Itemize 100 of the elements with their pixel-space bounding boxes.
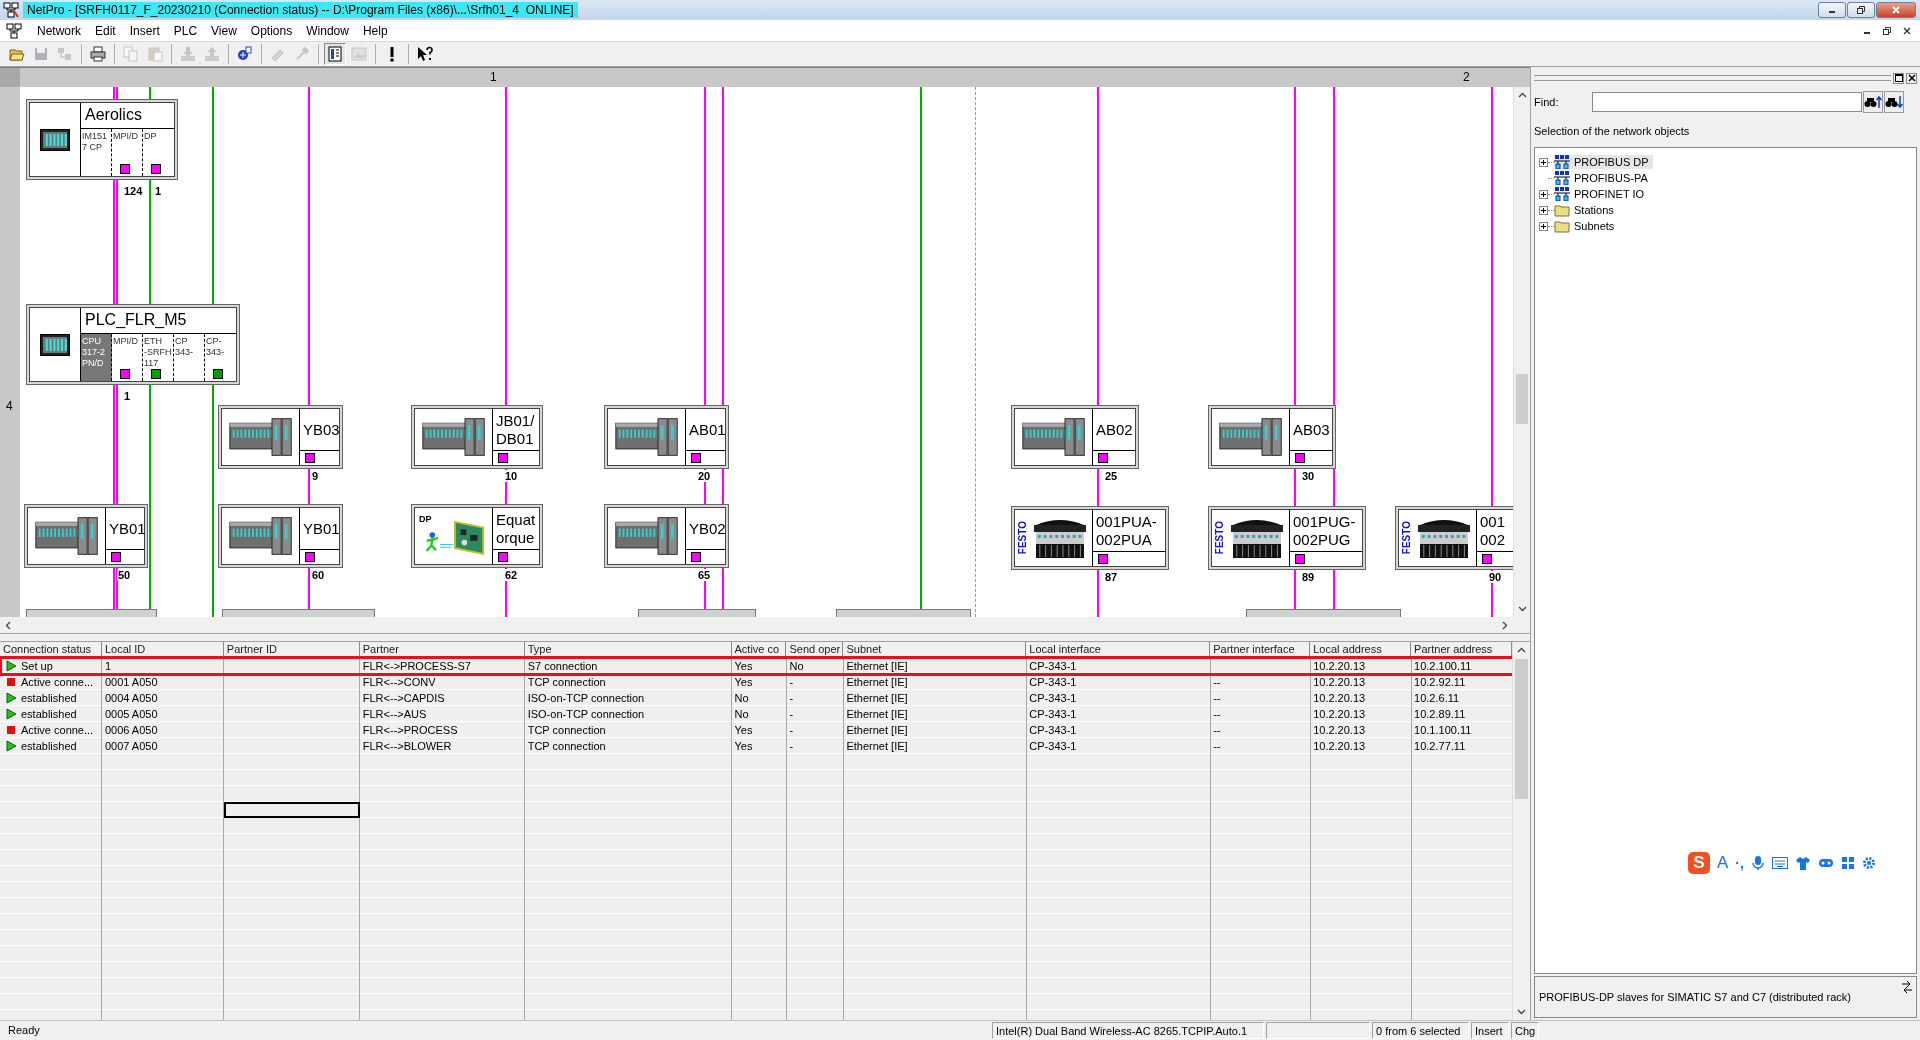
scrollbar[interactable] <box>1512 642 1530 1020</box>
globe-icon <box>237 46 253 62</box>
port-marker[interactable] <box>111 552 121 562</box>
module-slot[interactable]: CP 343- <box>174 334 205 381</box>
status-modified: Chg <box>1511 1022 1539 1039</box>
tree-item[interactable]: Stations <box>1554 203 1618 217</box>
menu-item[interactable]: Window <box>299 23 356 38</box>
module-slot[interactable]: ETH -SRFH 117 <box>143 334 174 381</box>
grid-icon[interactable] <box>1840 856 1855 870</box>
ime-punctuation[interactable]: ·, <box>1735 855 1744 871</box>
search-up-button[interactable] <box>1863 91 1883 113</box>
menu-item[interactable]: PLC <box>166 23 205 38</box>
maximize-button[interactable] <box>1893 72 1904 84</box>
restore-button[interactable] <box>1847 2 1875 18</box>
port-marker[interactable] <box>1098 453 1108 463</box>
catalog-button[interactable] <box>324 43 346 65</box>
port-marker[interactable] <box>151 369 161 379</box>
port-marker[interactable] <box>498 453 508 463</box>
port-marker[interactable] <box>120 164 130 174</box>
port-marker[interactable] <box>1482 554 1492 564</box>
search-down-button[interactable] <box>1884 91 1904 113</box>
gamepad-icon[interactable] <box>1817 857 1834 869</box>
station-box[interactable]: FESTO 001PUG- 002PUG <box>1208 506 1366 570</box>
station-box[interactable]: JB01/ DB01 <box>411 405 543 469</box>
tree-item[interactable]: Subnets <box>1554 219 1619 233</box>
table-cell: Yes <box>734 722 753 738</box>
station-box[interactable]: YB03 <box>218 405 343 469</box>
menu-item[interactable]: Edit <box>88 23 123 38</box>
minimize-button[interactable] <box>1818 2 1846 18</box>
scrollbar[interactable] <box>1513 87 1530 617</box>
port-marker[interactable] <box>498 552 508 562</box>
io-rack-drawing <box>33 514 100 558</box>
expand-icon[interactable] <box>1539 157 1548 167</box>
port-marker[interactable] <box>1098 554 1108 564</box>
settings-icon[interactable] <box>1861 856 1876 870</box>
port-marker[interactable] <box>305 453 315 463</box>
module-slot[interactable]: CPU 317-2 PN/D <box>81 334 112 381</box>
station-box[interactable]: AB02 <box>1011 405 1139 469</box>
microphone-icon[interactable] <box>1750 855 1765 871</box>
port-marker[interactable] <box>1295 453 1305 463</box>
ime-logo[interactable]: S <box>1688 852 1710 874</box>
station-box[interactable]: YB02 <box>604 504 729 568</box>
expand-icon[interactable] <box>1539 189 1548 199</box>
io-rack-drawing <box>227 514 294 558</box>
menu-item[interactable]: View <box>204 23 244 38</box>
focus-cell[interactable] <box>224 802 360 818</box>
section-label: Selection of the network objects <box>1534 125 1691 137</box>
port-marker[interactable] <box>120 369 130 379</box>
download-icon <box>180 46 196 62</box>
expand-icon[interactable] <box>1539 221 1548 231</box>
find-field[interactable] <box>1592 92 1862 112</box>
module-label: DP <box>144 131 157 142</box>
table-cell: 0004 A050 <box>104 690 158 706</box>
station-box[interactable]: Aerolics IM151 7 CP MPI/D DP <box>26 99 178 180</box>
station-box[interactable]: FESTO 001 002 <box>1395 506 1513 570</box>
scrollbar-thumb[interactable] <box>1516 374 1528 424</box>
table-cell: 10.1.100.11 <box>1414 722 1472 738</box>
print-button[interactable] <box>87 43 109 65</box>
expand-icon[interactable] <box>1539 205 1548 215</box>
table-cell: 10.2.20.13 <box>1313 674 1366 690</box>
port-marker[interactable] <box>305 552 315 562</box>
address-label: 60 <box>311 569 326 581</box>
module-slot[interactable]: MPI/D <box>112 334 143 381</box>
port-marker[interactable] <box>151 164 161 174</box>
module-slot[interactable]: CP- 343- <box>205 334 236 381</box>
station-box[interactable]: PLC_FLR_M5 CPU 317-2 PN/D MPI/D ETH -SRFH 117 CP 343- CP- 343- <box>26 304 240 385</box>
restore-icon <box>1856 5 1866 15</box>
table-cell: No <box>789 658 804 674</box>
ime-mode[interactable]: A <box>1717 853 1729 873</box>
menu-item[interactable]: Network <box>30 23 88 38</box>
station-box[interactable]: FESTO 001PUA- 002PUA <box>1011 506 1169 570</box>
module-slot[interactable]: IM151 7 CP <box>81 129 112 176</box>
menu-item[interactable]: Options <box>243 23 300 38</box>
station-name: YB02 <box>686 508 725 550</box>
module-slot[interactable]: MPI/D <box>112 129 143 176</box>
io-rack-drawing <box>420 415 487 459</box>
station-box[interactable]: AB01 <box>604 405 729 469</box>
port-marker[interactable] <box>691 453 701 463</box>
shirt-icon[interactable] <box>1794 856 1811 870</box>
tree-item[interactable]: PROFIBUS-PA <box>1554 171 1652 185</box>
status-mode: Insert <box>1471 1022 1509 1039</box>
table-cell: 10.2.89.11 <box>1414 706 1466 722</box>
table-cell: 10.2.20.13 <box>1313 690 1366 706</box>
station-box[interactable]: YB01 <box>218 504 343 568</box>
address-label: 20 <box>697 470 712 482</box>
tree-item[interactable]: PROFIBUS DP <box>1554 155 1653 169</box>
menu-item[interactable]: Help <box>355 23 395 38</box>
keyboard-icon[interactable] <box>1771 857 1788 869</box>
station-box[interactable]: DP Equat orque <box>411 504 543 568</box>
menu-item[interactable]: Insert <box>122 23 167 38</box>
table-cell: FLR<-->PROCESS <box>362 722 458 738</box>
module-slot[interactable]: DP <box>143 129 174 176</box>
port-marker[interactable] <box>1295 554 1305 564</box>
io-rack-drawing <box>1020 415 1087 459</box>
port-marker[interactable] <box>213 369 223 379</box>
scrollbar-thumb[interactable] <box>1515 659 1528 799</box>
close-button[interactable] <box>1906 72 1917 84</box>
station-box[interactable]: AB03 <box>1208 405 1336 469</box>
port-marker[interactable] <box>691 552 701 562</box>
tree-item[interactable]: PROFINET IO <box>1554 187 1649 201</box>
